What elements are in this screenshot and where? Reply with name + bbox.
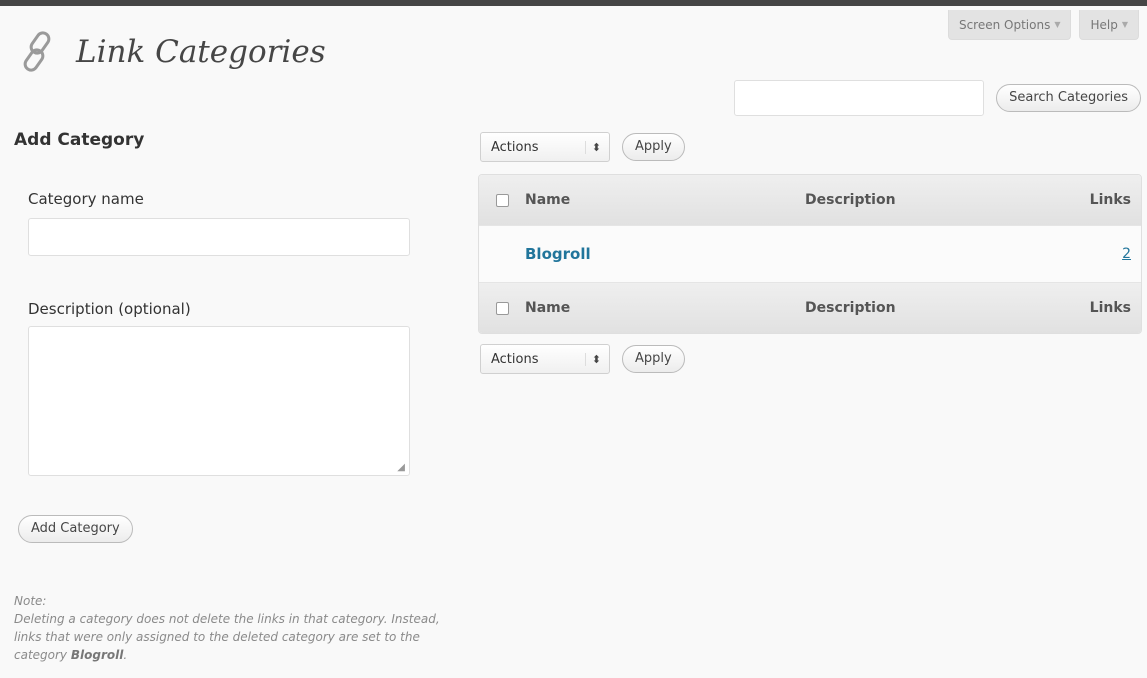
add-category-form: Add Category Category name Description (…	[14, 130, 440, 662]
select-all-checkbox[interactable]	[495, 193, 509, 207]
description-textarea[interactable]: ◢	[28, 326, 410, 476]
note-label: Note:	[14, 594, 47, 608]
category-links-cell: 2	[1055, 246, 1141, 262]
page-title: Link Categories	[76, 34, 326, 70]
footer-checkbox-cell	[479, 301, 525, 315]
screen-options-tab[interactable]: Screen Options ▼	[947, 10, 1072, 40]
note: Note: Deleting a category does not delet…	[14, 592, 444, 664]
column-header-name[interactable]: Name	[525, 192, 805, 208]
links-count[interactable]: 2	[1122, 246, 1131, 262]
admin-header-bar	[0, 0, 1147, 6]
column-footer-links[interactable]: Links	[1055, 300, 1141, 316]
search-categories-button[interactable]: Search Categories	[996, 84, 1141, 112]
description-label: Description (optional)	[28, 300, 191, 318]
bulk-actions-value: Actions	[491, 351, 539, 367]
note-end: .	[123, 648, 128, 662]
bulk-actions-select[interactable]: Actions ⬍	[480, 344, 610, 374]
table-header-row: Name Description Links	[479, 175, 1141, 225]
column-footer-description[interactable]: Description	[805, 300, 1055, 316]
column-header-links[interactable]: Links	[1055, 192, 1141, 208]
search-box: Search Categories	[734, 80, 1141, 116]
table-row: Blogroll 2	[479, 225, 1141, 283]
bulk-actions-bottom: Actions ⬍ Apply	[480, 344, 685, 374]
page-header: Link Categories	[14, 28, 326, 76]
select-arrows-icon: ⬍	[584, 352, 601, 366]
categories-table: Name Description Links Blogroll 2 Name D…	[478, 174, 1142, 334]
apply-button[interactable]: Apply	[622, 133, 685, 161]
resize-handle-icon[interactable]: ◢	[397, 462, 405, 473]
help-tab[interactable]: Help ▼	[1079, 10, 1139, 40]
note-category: Blogroll	[70, 648, 124, 662]
screen-meta-links: Screen Options ▼ Help ▼	[947, 10, 1139, 40]
add-category-button[interactable]: Add Category	[18, 515, 133, 543]
header-checkbox-cell	[479, 193, 525, 207]
category-name-input[interactable]	[28, 218, 410, 256]
column-footer-name[interactable]: Name	[525, 300, 805, 316]
bulk-actions-select[interactable]: Actions ⬍	[480, 132, 610, 162]
column-header-description[interactable]: Description	[805, 192, 1055, 208]
bulk-actions-top: Actions ⬍ Apply	[480, 132, 685, 162]
category-name-cell: Blogroll	[525, 245, 805, 263]
chevron-down-icon: ▼	[1054, 20, 1061, 29]
screen-options-label: Screen Options	[958, 17, 1051, 32]
apply-button[interactable]: Apply	[622, 345, 685, 373]
links-chain-icon	[14, 28, 62, 76]
add-category-heading: Add Category	[14, 130, 145, 150]
select-all-checkbox[interactable]	[495, 301, 509, 315]
category-link[interactable]: Blogroll	[525, 245, 591, 263]
select-arrows-icon: ⬍	[584, 140, 601, 154]
bulk-actions-value: Actions	[491, 139, 539, 155]
category-name-label: Category name	[28, 190, 144, 208]
table-footer-row: Name Description Links	[479, 283, 1141, 333]
chevron-down-icon: ▼	[1121, 20, 1128, 29]
search-input[interactable]	[734, 80, 985, 116]
help-label: Help	[1090, 17, 1118, 32]
